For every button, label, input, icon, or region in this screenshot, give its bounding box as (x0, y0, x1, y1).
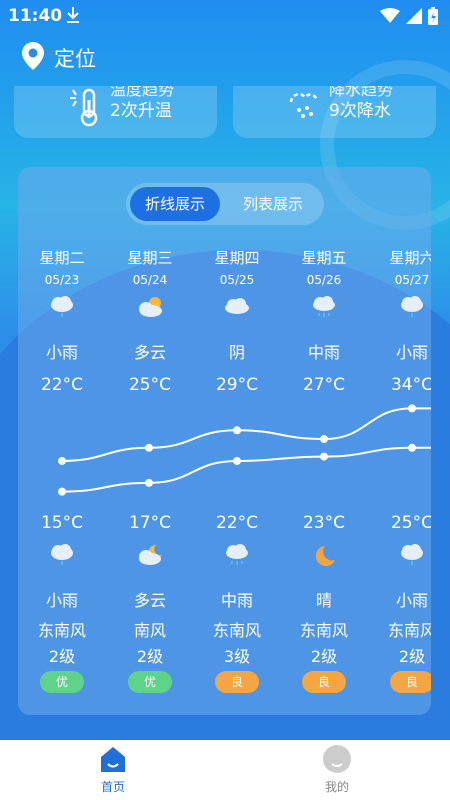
wind-direction: 东南风 (387, 621, 431, 640)
aqi-badge: 良 (215, 671, 259, 693)
night-weather: 中雨 (220, 591, 253, 610)
day-date: 05/23 (44, 273, 80, 287)
day-name: 星期四 (214, 249, 260, 267)
day-date: 05/25 (219, 273, 255, 287)
forecast-day-column[interactable]: 星期四 05/25 阴 29°C 22°C 中雨东南风 3级良 (193, 167, 281, 715)
status-time: 11:40 (8, 6, 63, 26)
day-date: 05/26 (306, 273, 342, 287)
wind-direction: 东南风 (37, 621, 86, 640)
forecast-columns: 星期二 05/23 小雨 22°C 15°C 小雨东南风 2级优 星期三 05/24 多云 25°C… (18, 167, 431, 715)
high-temp: 34°C (390, 375, 431, 395)
high-temp: 22°C (40, 375, 83, 395)
moderate-rain-icon (310, 295, 338, 319)
wind-level: 2级 (398, 647, 426, 666)
high-temp: 27°C (302, 375, 345, 395)
precipitation-trend-value: 9次降水 (329, 101, 391, 121)
wifi-icon (380, 8, 400, 23)
forecast-panel: 折线展示 列表展示 星期二 05/23 小雨 22°C 15°C 小雨 东南风 2级优星期三 0… (18, 167, 431, 715)
nav-mine[interactable]: 我的 (297, 744, 377, 795)
low-temp: 22°C (215, 513, 258, 533)
day-weather: 小雨 (395, 343, 428, 362)
location-pin-icon (22, 42, 44, 74)
location-header[interactable]: 定位 (22, 42, 96, 74)
day-date: 05/24 (132, 273, 168, 287)
day-weather: 小雨 (45, 343, 78, 362)
light-rain-icon (398, 543, 426, 569)
day-name: 星期二 (39, 249, 85, 267)
aqi-badge: 良 (390, 671, 431, 693)
light-rain-icon (48, 295, 76, 319)
forecast-day-column[interactable]: 星期六 05/27 小雨 34°C 25°C 小雨东南风 2级良 (368, 167, 431, 715)
low-temp: 17°C (128, 513, 171, 533)
forecast-day-column[interactable]: 星期三 05/24 多云 25°C 17°C 多云南风 2级优 (106, 167, 194, 715)
download-icon (66, 6, 80, 28)
day-name: 星期三 (127, 249, 173, 267)
light-rain-icon (48, 543, 76, 569)
nav-home-label: 首页 (100, 780, 125, 794)
day-weather: 阴 (228, 343, 245, 362)
signal-icon (406, 8, 422, 24)
overcast-icon (223, 295, 251, 319)
wind-direction: 东南风 (299, 621, 348, 640)
wind-direction: 东南风 (212, 621, 261, 640)
day-weather: 中雨 (307, 343, 340, 362)
forecast-day-column[interactable]: 星期五 05/26 中雨 27°C 23°C 晴东南风 2级良 (280, 167, 368, 715)
precipitation-trend-card[interactable]: 降水趋势 9次降水 (233, 86, 436, 138)
high-temp: 25°C (128, 375, 171, 395)
wind-level: 3级 (223, 647, 251, 666)
battery-icon (428, 7, 438, 25)
thermometer-sun-icon (66, 88, 110, 132)
wind-level: 2级 (136, 647, 164, 666)
home-icon (98, 744, 128, 774)
high-temp: 29°C (215, 375, 258, 395)
wind-level: 2级 (48, 647, 76, 666)
nav-mine-label: 我的 (324, 780, 349, 794)
light-rain-icon (398, 295, 426, 319)
nav-home[interactable]: 首页 (73, 744, 153, 795)
rain-cloud-icon (285, 88, 329, 132)
low-temp: 15°C (40, 513, 83, 533)
night-weather: 小雨 (45, 591, 78, 610)
aqi-badge: 良 (302, 671, 346, 693)
temperature-trend-card[interactable]: 温度趋势 2次升温 (14, 86, 217, 138)
day-date: 05/27 (394, 273, 430, 287)
night-weather: 小雨 (395, 591, 428, 610)
low-temp: 23°C (302, 513, 345, 533)
low-temp: 25°C (390, 513, 431, 533)
day-name: 星期六 (389, 249, 431, 267)
partly-cloudy-sun-icon (136, 295, 164, 319)
partly-cloudy-moon-icon (136, 543, 164, 569)
clear-moon-icon (310, 543, 338, 569)
night-weather: 多云 (133, 591, 166, 610)
day-weather: 多云 (133, 343, 166, 362)
moderate-rain-icon (223, 543, 251, 569)
status-bar: 11:40 (0, 0, 450, 32)
temperature-trend-value: 2次升温 (110, 101, 172, 121)
night-weather: 晴 (315, 591, 332, 610)
day-name: 星期五 (301, 249, 347, 267)
aqi-badge: 优 (40, 671, 84, 693)
aqi-badge: 优 (128, 671, 172, 693)
status-icons (380, 7, 438, 25)
forecast-day-column[interactable]: 星期二 05/23 小雨 22°C 15°C 小雨东南风 2级优 (18, 167, 106, 715)
profile-icon (322, 744, 352, 774)
bottom-navigation: 首页 我的 (0, 740, 450, 800)
wind-level: 2级 (310, 647, 338, 666)
wind-direction: 南风 (133, 621, 166, 640)
location-label: 定位 (54, 47, 96, 71)
